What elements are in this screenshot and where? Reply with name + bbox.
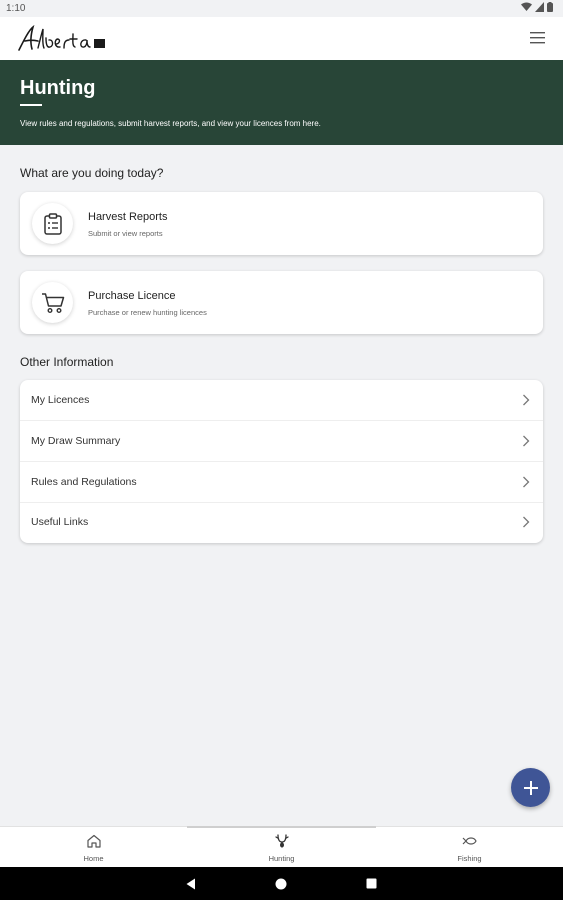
purchase-licence-title: Purchase Licence [88, 290, 176, 302]
antler-icon [274, 834, 289, 848]
add-fab-button[interactable] [511, 768, 550, 807]
nav-label-fishing: Fishing [457, 854, 482, 863]
chevron-right-icon [523, 516, 530, 528]
nav-tab-home[interactable]: Home [0, 827, 187, 868]
list-item-useful-links[interactable]: Useful Links [20, 502, 543, 543]
fish-icon [462, 837, 477, 845]
status-bar: 1:10 [0, 0, 563, 17]
harvest-reports-title: Harvest Reports [88, 211, 168, 223]
harvest-reports-subtitle: Submit or view reports [88, 229, 163, 238]
title-underline [20, 104, 42, 106]
chevron-right-icon [523, 476, 530, 488]
app-header [0, 17, 563, 60]
purchase-licence-subtitle: Purchase or renew hunting licences [88, 308, 207, 317]
home-icon [86, 834, 101, 848]
status-time: 1:10 [6, 3, 26, 14]
clipboard-icon [32, 203, 73, 244]
status-icons [521, 2, 553, 12]
wifi-icon [521, 2, 532, 11]
list-item-label: Rules and Regulations [31, 476, 137, 488]
list-item-label: My Licences [31, 394, 90, 406]
home-system-button[interactable] [251, 867, 311, 900]
list-item-my-licences[interactable]: My Licences [20, 380, 543, 421]
list-item-my-draw-summary[interactable]: My Draw Summary [20, 421, 543, 462]
nav-tab-hunting[interactable]: Hunting [188, 827, 375, 868]
hero-banner: Hunting View rules and regulations, subm… [0, 60, 563, 145]
home-circle-icon [275, 878, 287, 889]
plus-icon [523, 780, 538, 795]
list-item-label: Useful Links [31, 516, 89, 528]
signal-icon [535, 2, 544, 12]
bottom-navigation: Home Hunting Fishing [0, 826, 563, 867]
recents-square-icon [366, 878, 376, 889]
list-item-rules-and-regulations[interactable]: Rules and Regulations [20, 462, 543, 503]
nav-tab-fishing[interactable]: Fishing [376, 827, 563, 868]
info-list: My Licences My Draw Summary Rules and Re… [20, 380, 543, 543]
purchase-licence-card[interactable]: Purchase Licence Purchase or renew hunti… [20, 271, 543, 334]
info-section-title: Other Information [20, 355, 114, 369]
page-title: Hunting [20, 77, 96, 99]
recents-button[interactable] [341, 867, 401, 900]
back-button[interactable] [161, 867, 221, 900]
page-description: View rules and regulations, submit harve… [20, 119, 321, 128]
cart-icon [32, 282, 73, 323]
battery-icon [547, 2, 553, 12]
chevron-right-icon [523, 394, 530, 406]
list-item-label: My Draw Summary [31, 435, 121, 447]
actions-section-title: What are you doing today? [20, 166, 164, 180]
system-navigation-bar [0, 867, 563, 900]
hamburger-menu-icon[interactable] [530, 30, 545, 45]
nav-label-home: Home [83, 854, 104, 863]
alberta-logo[interactable] [16, 22, 108, 56]
harvest-reports-card[interactable]: Harvest Reports Submit or view reports [20, 192, 543, 255]
back-triangle-icon [186, 878, 195, 889]
nav-label-hunting: Hunting [268, 854, 295, 863]
chevron-right-icon [523, 435, 530, 447]
